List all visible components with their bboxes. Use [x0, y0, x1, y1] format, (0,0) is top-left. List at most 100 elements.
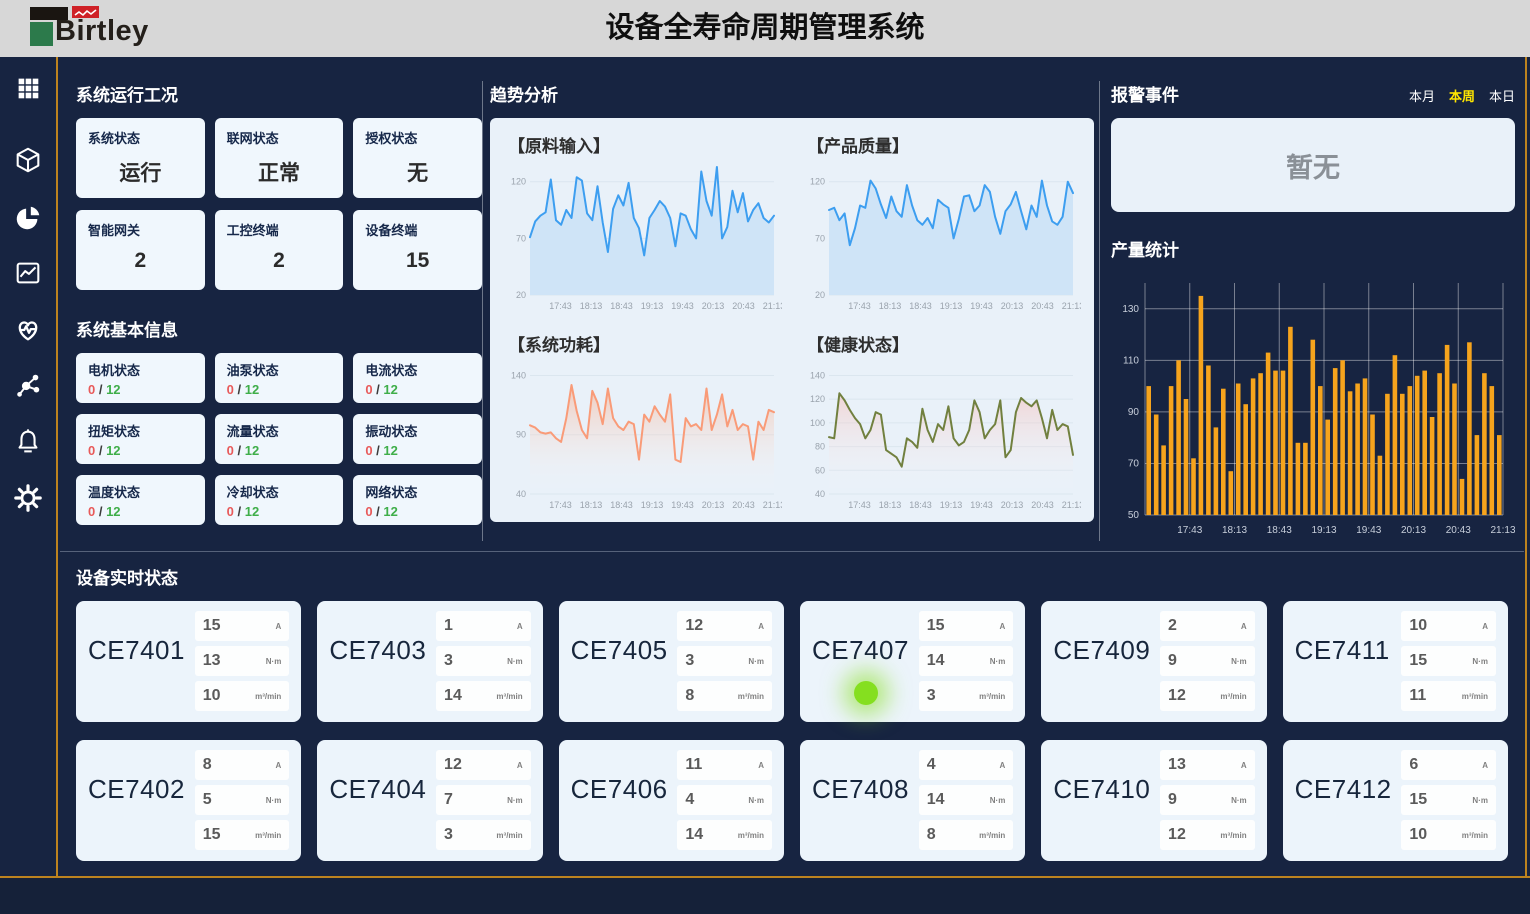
svg-text:18:13: 18:13 [580, 301, 603, 311]
system-status-column: 系统运行工况 系统状态运行联网状态正常授权状态无智能网关2工控终端2设备终端15… [76, 81, 482, 525]
device-name: CE7408 [812, 774, 909, 851]
svg-text:110: 110 [1123, 355, 1139, 366]
device-card-ce7409[interactable]: CE74092A9N·m12m³/min [1041, 601, 1266, 722]
trend-chart-health: 【健康状态】40608010012014017:4318:1318:4319:1… [799, 327, 1084, 516]
device-value: 15 [1409, 652, 1427, 670]
status-card: 系统状态运行 [76, 118, 205, 198]
trend-chart-title: 【原料输入】 [508, 132, 785, 157]
device-card-ce7403[interactable]: CE74031A3N·m14m³/min [317, 601, 542, 722]
tab-this-month[interactable]: 本月 [1409, 86, 1435, 105]
device-values: 15A14N·m3m³/min [919, 611, 1014, 712]
device-values: 12A3N·m8m³/min [677, 611, 772, 712]
device-unit: N·m [748, 796, 764, 805]
alarm-tabs: 本月 本周 本日 [1409, 86, 1515, 105]
device-value-row: 12A [677, 611, 772, 641]
device-card-ce7402[interactable]: CE74028A5N·m15m³/min [76, 740, 301, 861]
svg-text:21:13: 21:13 [763, 301, 782, 311]
device-card-ce7407[interactable]: CE740715A14N·m3m³/min [800, 601, 1025, 722]
info-card: 电流状态0 / 12 [353, 353, 482, 403]
svg-text:20:43: 20:43 [1446, 525, 1471, 536]
device-unit: m³/min [255, 692, 281, 701]
device-card-ce7410[interactable]: CE741013A9N·m12m³/min [1041, 740, 1266, 861]
device-card-ce7411[interactable]: CE741110A15N·m11m³/min [1283, 601, 1508, 722]
info-card: 网络状态0 / 12 [353, 475, 482, 525]
device-card-ce7401[interactable]: CE740115A13N·m10m³/min [76, 601, 301, 722]
svg-text:18:13: 18:13 [879, 301, 902, 311]
status-card-value: 15 [365, 249, 470, 273]
trend-title: 趋势分析 [490, 81, 1094, 106]
svg-text:20:43: 20:43 [1031, 301, 1054, 311]
device-value: 14 [444, 687, 462, 705]
device-value: 8 [203, 756, 212, 774]
device-value-row: 10m³/min [195, 681, 290, 711]
svg-text:20: 20 [815, 290, 825, 300]
device-unit: A [276, 622, 282, 631]
svg-text:90: 90 [1128, 407, 1140, 418]
status-card-value: 运行 [88, 157, 193, 187]
device-value-row: 4N·m [677, 785, 772, 815]
ratio-separator: / [373, 443, 384, 458]
line-chart-icon[interactable] [12, 257, 44, 289]
device-unit: A [1241, 761, 1247, 770]
svg-text:50: 50 [1128, 510, 1140, 521]
tab-today[interactable]: 本日 [1489, 86, 1515, 105]
device-name: CE7402 [88, 774, 185, 851]
device-value: 3 [444, 652, 453, 670]
device-value-row: 12m³/min [1160, 820, 1255, 850]
info-card-label: 电流状态 [365, 360, 470, 379]
column-divider-right [1099, 81, 1100, 541]
device-value-row: 12A [436, 750, 531, 780]
device-card-ce7412[interactable]: CE74126A15N·m10m³/min [1283, 740, 1508, 861]
total-count: 12 [383, 443, 397, 458]
device-values: 11A4N·m14m³/min [677, 750, 772, 851]
device-value: 11 [1409, 687, 1426, 705]
system-status-title: 系统运行工况 [76, 81, 482, 106]
device-value: 1 [444, 617, 453, 635]
pie-chart-icon[interactable] [12, 202, 44, 234]
device-card-ce7405[interactable]: CE740512A3N·m8m³/min [559, 601, 784, 722]
total-count: 12 [106, 443, 120, 458]
device-unit: m³/min [255, 831, 281, 840]
gear-icon[interactable] [12, 482, 44, 514]
svg-text:20:13: 20:13 [1401, 525, 1426, 536]
svg-text:20:43: 20:43 [732, 500, 755, 510]
device-value: 14 [927, 652, 945, 670]
bell-icon[interactable] [12, 426, 44, 458]
main-content: 系统运行工况 系统状态运行联网状态正常授权状态无智能网关2工控终端2设备终端15… [60, 57, 1524, 876]
trend-chart-title: 【健康状态】 [807, 331, 1084, 356]
device-card-ce7408[interactable]: CE74084A14N·m8m³/min [800, 740, 1025, 861]
svg-text:17:43: 17:43 [848, 301, 871, 311]
svg-text:20:43: 20:43 [732, 301, 755, 311]
device-value-row: 15A [919, 611, 1014, 641]
device-values: 8A5N·m15m³/min [195, 750, 290, 851]
cube-3d-icon[interactable] [12, 144, 44, 176]
device-card-ce7406[interactable]: CE740611A4N·m14m³/min [559, 740, 784, 861]
svg-text:18:13: 18:13 [879, 500, 902, 510]
heart-pulse-icon[interactable] [12, 314, 44, 346]
alarm-count: 0 [227, 382, 234, 397]
trend-column: 趋势分析 【原料输入】207012017:4318:1318:4319:1319… [490, 81, 1094, 522]
svg-text:20:13: 20:13 [1001, 500, 1024, 510]
device-value: 5 [203, 791, 212, 809]
device-values: 12A7N·m3m³/min [436, 750, 531, 851]
device-value: 8 [927, 826, 936, 844]
tab-this-week[interactable]: 本周 [1449, 86, 1475, 105]
device-unit: m³/min [979, 692, 1005, 701]
device-card-ce7404[interactable]: CE740412A7N·m3m³/min [317, 740, 542, 861]
svg-text:19:43: 19:43 [671, 500, 694, 510]
info-card-label: 油泵状态 [227, 360, 332, 379]
info-card-ratio: 0 / 12 [88, 504, 193, 519]
apps-grid-icon[interactable] [12, 72, 44, 104]
info-card: 油泵状态0 / 12 [215, 353, 344, 403]
alarm-count: 0 [365, 382, 372, 397]
svg-text:20:43: 20:43 [1031, 500, 1054, 510]
svg-text:18:43: 18:43 [909, 500, 932, 510]
gold-frame-right [1525, 57, 1527, 878]
molecule-icon[interactable] [12, 369, 44, 401]
device-unit: N·m [507, 796, 523, 805]
device-value: 12 [685, 617, 703, 635]
device-value: 11 [685, 756, 702, 774]
trend-chart-quality: 【产品质量】207012017:4318:1318:4319:1319:4320… [799, 128, 1084, 317]
device-value-row: 15m³/min [195, 820, 290, 850]
device-unit: N·m [990, 796, 1006, 805]
